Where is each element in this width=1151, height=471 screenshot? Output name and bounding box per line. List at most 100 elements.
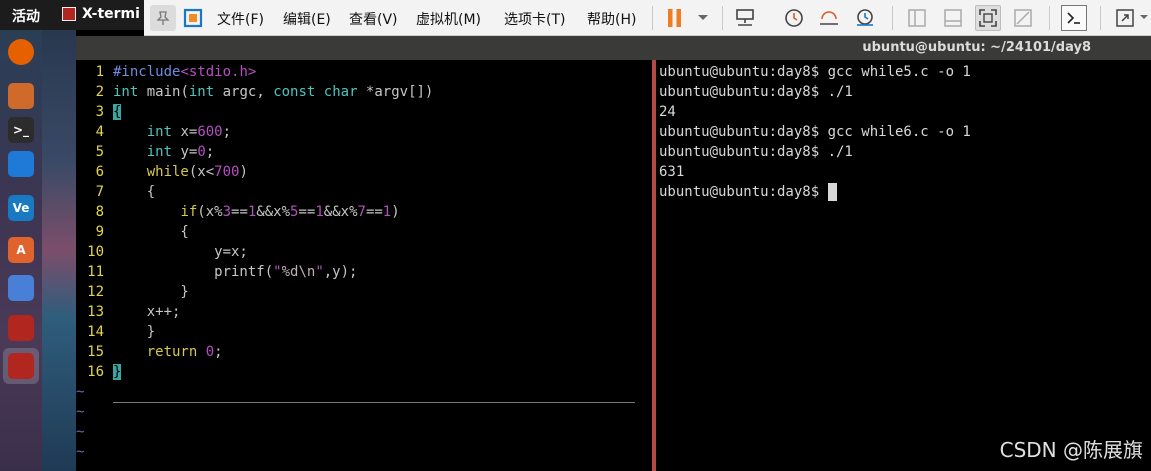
code-token: " — [273, 264, 282, 280]
dock-files-icon[interactable] — [7, 82, 35, 110]
app-menu[interactable]: X-termi — [62, 6, 140, 22]
line-number: 2 — [95, 84, 104, 100]
menu-tabs[interactable]: 选项卡(T) — [504, 9, 565, 29]
code-token: ,y); — [323, 264, 358, 280]
dock-app-red-1-icon[interactable] — [7, 314, 35, 342]
shell-line: ubuntu@ubuntu:day8$ — [659, 184, 828, 200]
code-text: { — [113, 102, 122, 122]
terminal-icon[interactable] — [1061, 5, 1087, 31]
dock-firefox-icon[interactable] — [7, 38, 35, 66]
dock-icon-face — [8, 353, 34, 379]
dock-software-icon[interactable]: A — [7, 236, 35, 264]
vim-cursor: } — [113, 364, 122, 380]
vim-tilde: ~ — [76, 384, 85, 400]
code-token: y= — [172, 144, 198, 160]
chevron-down-icon[interactable] — [690, 5, 716, 31]
code-token: ; — [222, 124, 232, 140]
vim-tilde: ~ — [76, 444, 85, 460]
code-token: int — [146, 124, 173, 140]
pin-icon[interactable] — [150, 5, 176, 31]
menu-edit[interactable]: 编辑(E) — [283, 9, 331, 29]
code-token: char — [323, 84, 358, 100]
toolbar-separator — [892, 6, 893, 30]
line-number: 16 — [87, 364, 104, 380]
code-token: return — [146, 344, 198, 360]
line-number: 3 — [95, 104, 104, 120]
menu-file[interactable]: 文件(F) — [217, 9, 264, 29]
sidebar-view-icon[interactable] — [904, 5, 930, 31]
pause-icon[interactable] — [662, 5, 688, 31]
dock: >_ Ve A — [0, 30, 42, 471]
activities-button[interactable]: 活动 — [12, 6, 40, 26]
code-text: int main(int argc, const char *argv[]) — [113, 82, 433, 102]
menu-view[interactable]: 查看(V) — [349, 9, 398, 29]
code-token: *argv[]) — [357, 84, 434, 100]
dock-vscode-icon[interactable] — [7, 150, 35, 178]
terminal-titlebar[interactable]: ubuntu@ubuntu: ~/24101/day8 — [76, 36, 1151, 60]
code-token: (x% — [197, 204, 223, 220]
code-token: 0 — [197, 144, 206, 160]
menu-help[interactable]: 帮助(H) — [587, 9, 636, 29]
code-token: 1 — [315, 204, 324, 220]
code-token: " — [315, 264, 324, 280]
dock-app-red-2-icon[interactable] — [3, 348, 39, 384]
window-title: ubuntu@ubuntu: ~/24101/day8 — [862, 40, 1091, 55]
code-token: { — [113, 184, 156, 200]
stretch-guest-icon[interactable] — [1112, 5, 1138, 31]
vim-editor-pane[interactable]: 1 #include<stdio.h> 2 int main(int argc, co… — [76, 60, 652, 471]
csdn-watermark: CSDN @陈展旗 — [999, 438, 1143, 462]
code-text: } — [113, 282, 189, 302]
shell-pane[interactable]: ubuntu@ubuntu:day8$ gcc while5.c -o 1 ubu… — [656, 60, 1151, 471]
snapshot-icon[interactable] — [781, 5, 807, 31]
code-token: } — [113, 284, 189, 300]
vmware-home-icon[interactable] — [180, 5, 206, 31]
code-token: } — [113, 324, 156, 340]
code-token: 600 — [197, 124, 223, 140]
code-token: == — [365, 204, 383, 220]
shell-line: ubuntu@ubuntu:day8$ gcc while5.c -o 1 — [659, 64, 971, 80]
vim-tilde: ~ — [76, 424, 85, 440]
unity-mode-icon[interactable] — [1010, 5, 1036, 31]
code-text: while(x<700) — [113, 162, 248, 182]
code-token: x++; — [113, 304, 181, 320]
code-text: int x=600; — [113, 122, 231, 142]
menu-vm[interactable]: 虚拟机(M) — [416, 9, 481, 29]
code-token: 1 — [382, 204, 392, 220]
dock-icon-face — [8, 275, 34, 301]
shell-line: 24 — [659, 104, 676, 120]
line-number: 7 — [95, 184, 104, 200]
code-token: x= — [172, 124, 198, 140]
line-number: 11 — [87, 264, 104, 280]
code-token: ) — [391, 204, 400, 220]
code-token: argc, — [214, 84, 274, 100]
code-token: while — [146, 164, 189, 180]
fullscreen-icon[interactable] — [975, 5, 1001, 31]
dock-icon-face: A — [8, 237, 34, 263]
line-number: 9 — [95, 224, 104, 240]
code-token: == — [298, 204, 316, 220]
network-adapter-icon[interactable] — [732, 5, 758, 31]
dock-vmware-icon[interactable]: Ve — [7, 194, 35, 222]
line-number: 13 — [87, 304, 104, 320]
line-number: 4 — [95, 124, 104, 140]
chevron-down-icon[interactable] — [1138, 5, 1150, 31]
revert-snapshot-icon[interactable] — [816, 5, 842, 31]
dock-terminal-icon[interactable]: >_ — [7, 116, 35, 144]
code-text: } — [113, 362, 122, 382]
code-token: (x< — [188, 164, 215, 180]
line-number: 12 — [87, 284, 104, 300]
dock-icon-face — [8, 83, 34, 109]
snapshot-manager-icon[interactable] — [852, 5, 878, 31]
dock-network-icon[interactable] — [7, 274, 35, 302]
console-view-icon[interactable] — [940, 5, 966, 31]
app-menu-label: X-termi — [82, 6, 140, 22]
code-text: { — [113, 182, 155, 202]
code-token: == — [231, 204, 248, 220]
code-token: <stdio.h> — [180, 64, 257, 80]
line-number: 14 — [87, 324, 104, 340]
shell-line: 631 — [659, 164, 685, 180]
